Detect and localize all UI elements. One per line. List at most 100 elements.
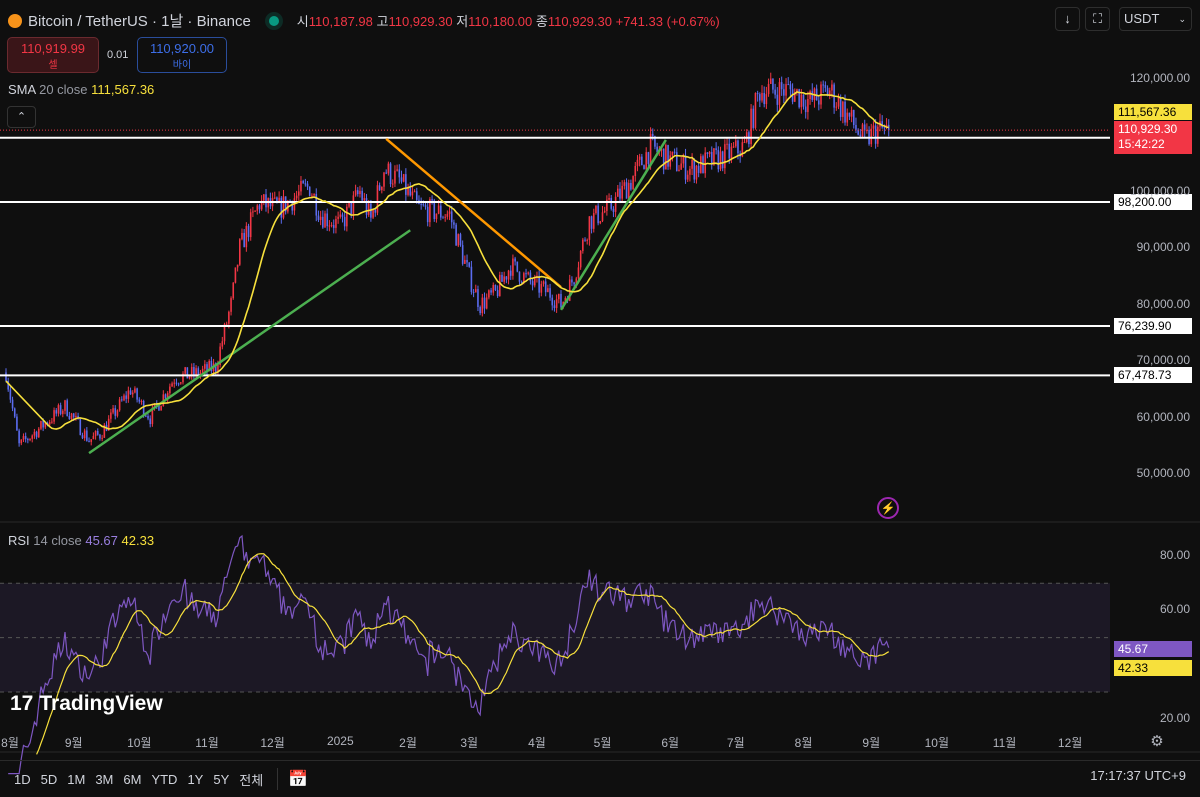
candle-body (411, 191, 414, 196)
candle-body (824, 85, 827, 88)
range-1d[interactable]: 1D (14, 772, 31, 787)
candle-body (33, 431, 36, 436)
candle-body (724, 144, 726, 169)
candle-body (354, 190, 357, 196)
candle-body (708, 152, 711, 154)
candle-body (241, 232, 243, 240)
candle-body (273, 197, 276, 199)
candle-body (83, 430, 86, 439)
candle-body (114, 408, 117, 416)
candle-body (496, 290, 499, 297)
sma-legend[interactable]: SMA 20 close 111,567.36 (8, 82, 154, 97)
lightning-icon[interactable]: ⚡ (877, 497, 899, 519)
candle-body (405, 174, 407, 195)
candle-body (48, 421, 51, 425)
collapse-legend-button[interactable]: ⌃ (7, 106, 36, 128)
candle-body (437, 205, 440, 214)
candle-body (359, 190, 361, 195)
rsi-axis-label: 80.00 (1159, 548, 1190, 562)
candle-body (516, 261, 519, 272)
range-3m[interactable]: 3M (95, 772, 113, 787)
chart-canvas[interactable] (0, 0, 1200, 797)
time-axis-label: 10월 (127, 736, 152, 750)
range-1m[interactable]: 1M (67, 772, 85, 787)
go-to-date-icon[interactable]: 📅 (288, 769, 308, 789)
symbol-title[interactable]: Bitcoin / TetherUS · 1날 · Binance (28, 10, 251, 31)
candle-body (457, 234, 460, 246)
candle-body (326, 213, 328, 227)
candle-body (804, 106, 807, 113)
sma-price-tag: 111,567.36 (1114, 104, 1192, 120)
candle-body (378, 185, 381, 191)
candle-body (697, 165, 700, 173)
candle-body (763, 92, 765, 105)
candle-body (706, 152, 709, 154)
candle-body (328, 225, 331, 227)
candle-body (765, 94, 768, 105)
candle-body (193, 367, 195, 375)
candle-body (848, 112, 851, 117)
download-button[interactable]: ↓ (1055, 7, 1080, 31)
range-5d[interactable]: 5D (41, 772, 58, 787)
rsi-legend[interactable]: RSI 14 close 45.67 42.33 (8, 533, 154, 548)
candle-body (322, 216, 324, 228)
candle-body (40, 420, 42, 429)
bottom-toolbar: 1D 5D 1M 3M 6M YTD 1Y 5Y 전체 📅 (0, 760, 1200, 797)
candle-body (818, 100, 820, 105)
candle-body (195, 368, 197, 375)
candle-body (136, 388, 138, 400)
level-price-tag: 67,478.73 (1114, 367, 1192, 384)
candle-body (610, 197, 613, 209)
candle-body (485, 297, 488, 309)
candle-body (339, 214, 342, 217)
time-axis-label: 12월 (260, 736, 285, 750)
candle-body (730, 146, 733, 159)
candle-body (247, 225, 250, 238)
candle-body (531, 281, 534, 286)
time-axis-label: 10월 (924, 736, 949, 750)
currency-select[interactable]: USDT ⌄ (1119, 7, 1192, 31)
fullscreen-button[interactable]: ⛶ (1085, 7, 1110, 31)
range-6m[interactable]: 6M (123, 772, 141, 787)
candle-body (627, 183, 630, 199)
candle-body (553, 305, 556, 309)
arrow-down-icon: ↓ (1064, 11, 1071, 26)
candle-body (780, 82, 783, 90)
range-5y[interactable]: 5Y (213, 772, 229, 787)
candle-body (689, 168, 691, 175)
candle-body (409, 187, 412, 196)
candle-body (221, 341, 224, 347)
candle-body (243, 232, 245, 248)
candle-body (385, 172, 387, 174)
candle-body (601, 212, 604, 222)
candle-body (304, 183, 307, 185)
candle-body (64, 400, 66, 411)
candle-body (297, 191, 300, 196)
candle-body (442, 217, 444, 219)
candle-body (582, 239, 584, 251)
candle-body (542, 281, 545, 284)
candle-body (319, 216, 322, 221)
range-ytd[interactable]: YTD (151, 772, 177, 787)
candle-body (265, 194, 267, 208)
candle-body (509, 270, 512, 276)
candle-body (802, 94, 805, 107)
candle-body (800, 94, 803, 108)
candle-body (474, 289, 477, 293)
settings-icon[interactable]: ⚙ (1150, 732, 1163, 750)
price-axis-label: 120,000.00 (1129, 71, 1190, 85)
candle-body (263, 194, 265, 201)
candle-body (450, 211, 453, 223)
range-all[interactable]: 전체 (239, 770, 263, 789)
clock[interactable]: 17:17:37 UTC+9 (1090, 768, 1186, 783)
buy-button[interactable]: 110,920.00 바이 (137, 37, 227, 73)
candle-body (55, 410, 58, 414)
sell-button[interactable]: 110,919.99 셀 (7, 37, 99, 73)
candle-body (468, 262, 471, 267)
candle-body (175, 382, 178, 384)
candle-body (9, 389, 12, 400)
tradingview-logo[interactable]: 17 TradingView (10, 692, 163, 716)
range-1y[interactable]: 1Y (187, 772, 203, 787)
candle-body (92, 435, 95, 440)
time-axis-label: 4월 (528, 736, 546, 750)
